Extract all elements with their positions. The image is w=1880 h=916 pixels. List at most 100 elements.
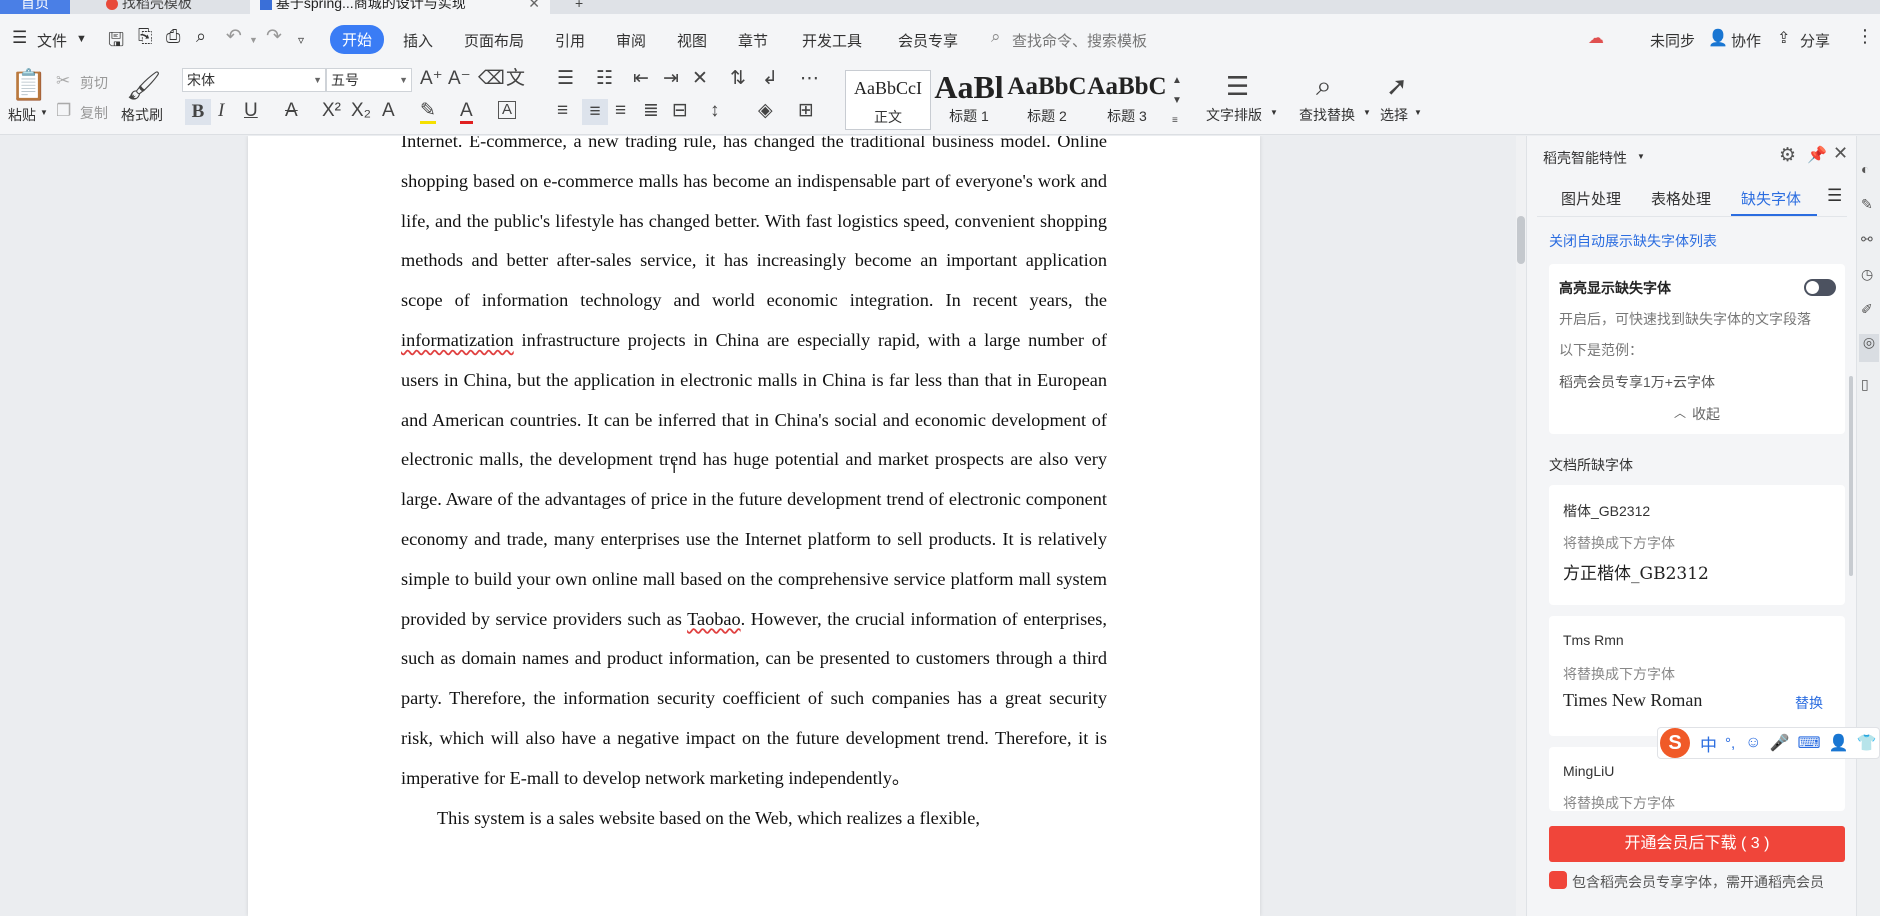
increase-indent-icon[interactable]: ⇥ [663,69,679,89]
select-dropdown-icon[interactable]: ▼ [1414,108,1422,117]
strikethrough-icon[interactable]: A [285,101,298,121]
style-normal[interactable]: AaBbCcI 正文 [845,70,931,130]
chevron-down-icon[interactable]: ▼ [1637,152,1645,161]
document-body[interactable]: Internet. E-commerce, a new trading rule… [401,136,1107,838]
find-replace-dropdown-icon[interactable]: ▼ [1363,108,1371,117]
spellcheck-word[interactable]: informatization [401,330,514,350]
line-spacing-icon[interactable]: ↕ [710,101,720,121]
shading-icon[interactable]: ◈ [758,101,773,121]
style-heading1[interactable]: AaBl 标题 1 [931,70,1007,130]
download-fonts-button[interactable]: 开通会员后下载 ( 3 ) [1549,826,1845,862]
keyboard-icon[interactable]: ⌨ [1797,733,1820,753]
char-border-icon[interactable]: A [498,101,516,119]
close-icon[interactable]: ✕ [1833,143,1848,164]
pen-icon[interactable]: ✐ [1861,301,1873,318]
grow-font-icon[interactable]: A⁺ [420,69,443,89]
panel-scrollbar[interactable] [1849,376,1853,576]
tab-document[interactable]: 基于spring...商城的设计与实现 ✕ [250,0,550,14]
replace-font-link[interactable]: 替换 [1795,693,1823,713]
microphone-icon[interactable]: 🎤 [1770,733,1790,753]
spellcheck-word[interactable]: Taobao [687,609,741,629]
chinese-layout-icon[interactable]: ✕ [692,69,708,89]
document-page[interactable]: Internet. E-commerce, a new trading rule… [248,136,1260,916]
print-icon[interactable]: ⎙ [166,26,180,47]
sort-icon[interactable]: ⇅ [730,69,746,89]
tab-close-icon[interactable]: ✕ [528,0,540,12]
distributed-align-icon[interactable]: ⊟ [672,101,688,121]
tab-template[interactable]: 找稻壳模板 [96,0,202,14]
text-layout-button[interactable]: 文字排版 [1206,105,1262,125]
menu-tab-view[interactable]: 视图 [677,30,707,51]
user-icon[interactable]: 👤 [1829,733,1849,753]
undo-dropdown-icon[interactable]: ▼ [249,35,258,45]
vertical-scrollbar[interactable] [1516,136,1526,916]
menu-tab-review[interactable]: 审阅 [616,30,646,51]
styles-scroll-down-icon[interactable]: ▼ [1172,91,1182,111]
style-heading3[interactable]: AaBbC 标题 3 [1087,70,1167,130]
align-center-icon[interactable]: ≡ [582,99,608,125]
paste-dropdown-icon[interactable]: ▼ [40,108,48,117]
italic-icon[interactable]: I [218,101,224,121]
format-painter-icon[interactable]: 🖌 [126,69,162,103]
style-heading2[interactable]: AaBbC 标题 2 [1007,70,1087,130]
chevron-down-icon[interactable]: ▼ [76,33,87,45]
copy-icon[interactable]: ❐ [56,101,71,121]
panel-tab-table[interactable]: 表格处理 [1651,188,1711,209]
emoji-icon[interactable]: ☺ [1745,734,1761,752]
bold-icon[interactable]: B [185,99,211,125]
chevron-up-icon[interactable]: ︿ [1674,404,1686,421]
edit-icon[interactable]: ✎ [1861,196,1873,213]
collapse-button[interactable]: 收起 [1692,404,1720,424]
sogou-logo-icon[interactable]: S [1660,728,1690,758]
copy-button[interactable]: 复制 [80,103,108,123]
text-layout-dropdown-icon[interactable]: ▼ [1270,108,1278,117]
font-size-select[interactable]: 五号 ▼ [326,68,412,92]
format-painter-button[interactable]: 格式刷 [121,105,163,125]
gear-icon[interactable]: ⚙ [1779,144,1796,167]
justify-icon[interactable]: ≣ [643,101,659,121]
align-right-icon[interactable]: ≡ [615,101,626,121]
menu-tab-references[interactable]: 引用 [555,30,585,51]
menu-tab-layout[interactable]: 页面布局 [464,30,524,51]
save-icon[interactable]: 🖫 [108,26,124,58]
highlight-color-icon[interactable]: ✎ [420,101,436,124]
align-left-icon[interactable]: ≡ [557,101,568,121]
sync-status[interactable]: 未同步 [1650,30,1695,51]
font-card[interactable]: Tms Rmn 将替换成下方字体 Times New Roman 替换 [1549,616,1845,736]
text-effect-icon[interactable]: A [382,101,395,121]
undo-icon[interactable]: ↶ [226,25,242,48]
menu-tab-start[interactable]: 开始 [330,25,385,54]
hamburger-icon[interactable]: ☰ [12,28,27,48]
shrink-font-icon[interactable]: A⁻ [448,69,471,89]
share-button[interactable]: 分享 [1800,30,1830,51]
command-search-input[interactable]: 查找命令、搜索模板 [1012,30,1147,51]
bullet-list-icon[interactable]: ☰ [557,69,574,89]
select-button[interactable]: 选择 [1380,105,1408,125]
text-layout-icon[interactable]: ☰ [1226,69,1249,103]
panel-tab-missing-fonts[interactable]: 缺失字体 [1741,188,1801,209]
menu-tab-insert[interactable]: 插入 [403,30,433,51]
active-tool-icon[interactable]: ◎ [1859,334,1879,362]
tab-home[interactable]: 首页 [0,0,70,14]
panel-title[interactable]: 稻壳智能特性 [1543,148,1627,168]
scrollbar-thumb[interactable] [1517,216,1525,264]
highlight-toggle[interactable] [1804,279,1836,296]
scissors-icon[interactable]: ✂ [56,71,70,91]
skin-icon[interactable]: 👕 [1856,733,1876,753]
phonetic-guide-icon[interactable]: 文 [506,69,525,89]
layout-icon[interactable]: ⚯ [1861,231,1873,248]
font-name-select[interactable]: 宋体 ▼ [182,68,326,92]
ime-punctuation-toggle[interactable]: °, [1725,735,1735,752]
font-card[interactable]: 楷体_GB2312 将替换成下方字体 方正楷体_GB2312 [1549,485,1845,605]
superscript-icon[interactable]: X² [322,101,341,121]
paste-icon[interactable]: 📋 [10,69,47,103]
underline-icon[interactable]: U [244,101,258,121]
collab-button[interactable]: 协作 [1731,30,1761,51]
close-auto-show-link[interactable]: 关闭自动展示缺失字体列表 [1549,231,1717,251]
ime-language-toggle[interactable]: 中 [1700,731,1717,756]
print-preview-icon[interactable]: ⌕ [196,26,206,47]
find-replace-button[interactable]: 查找替换 [1299,105,1355,125]
paragraph-mark-icon[interactable]: ↲ [762,69,778,89]
more-icon[interactable]: ⋮ [1856,26,1874,47]
cut-button[interactable]: 剪切 [80,73,108,93]
